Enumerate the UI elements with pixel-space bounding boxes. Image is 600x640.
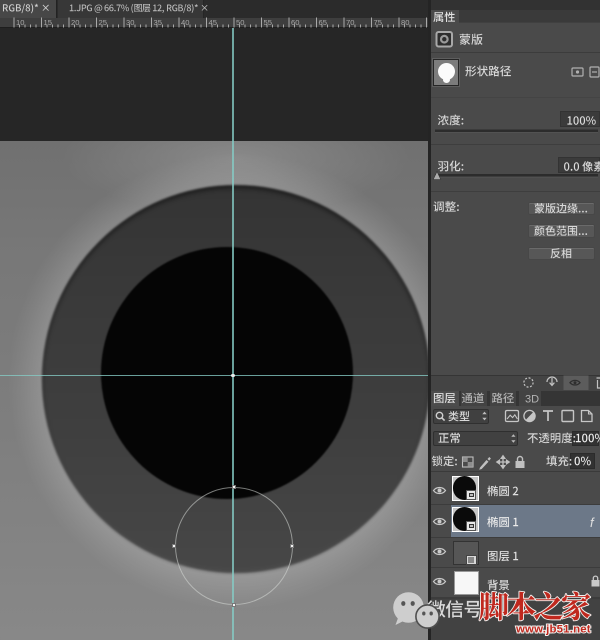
svg-text:25: 25 xyxy=(99,18,107,27)
svg-text:30: 30 xyxy=(126,18,134,27)
svg-text:45: 45 xyxy=(209,18,217,27)
svg-text:20: 20 xyxy=(71,18,79,27)
svg-text:85: 85 xyxy=(429,18,437,27)
svg-text:60: 60 xyxy=(291,18,299,27)
svg-text:35: 35 xyxy=(154,18,162,27)
svg-text:75: 75 xyxy=(374,18,382,27)
svg-text:40: 40 xyxy=(181,18,189,27)
svg-text:3D: 3D xyxy=(525,393,539,405)
svg-text:55: 55 xyxy=(264,18,272,27)
svg-text:f: f xyxy=(590,515,595,530)
svg-text:www.jb51.net: www.jb51.net xyxy=(515,624,591,636)
svg-text:80: 80 xyxy=(401,18,409,27)
svg-text:65: 65 xyxy=(319,18,327,27)
svg-text:70: 70 xyxy=(346,18,354,27)
svg-text:10: 10 xyxy=(16,18,24,27)
svg-text:15: 15 xyxy=(44,18,52,27)
svg-text:50: 50 xyxy=(236,18,244,27)
